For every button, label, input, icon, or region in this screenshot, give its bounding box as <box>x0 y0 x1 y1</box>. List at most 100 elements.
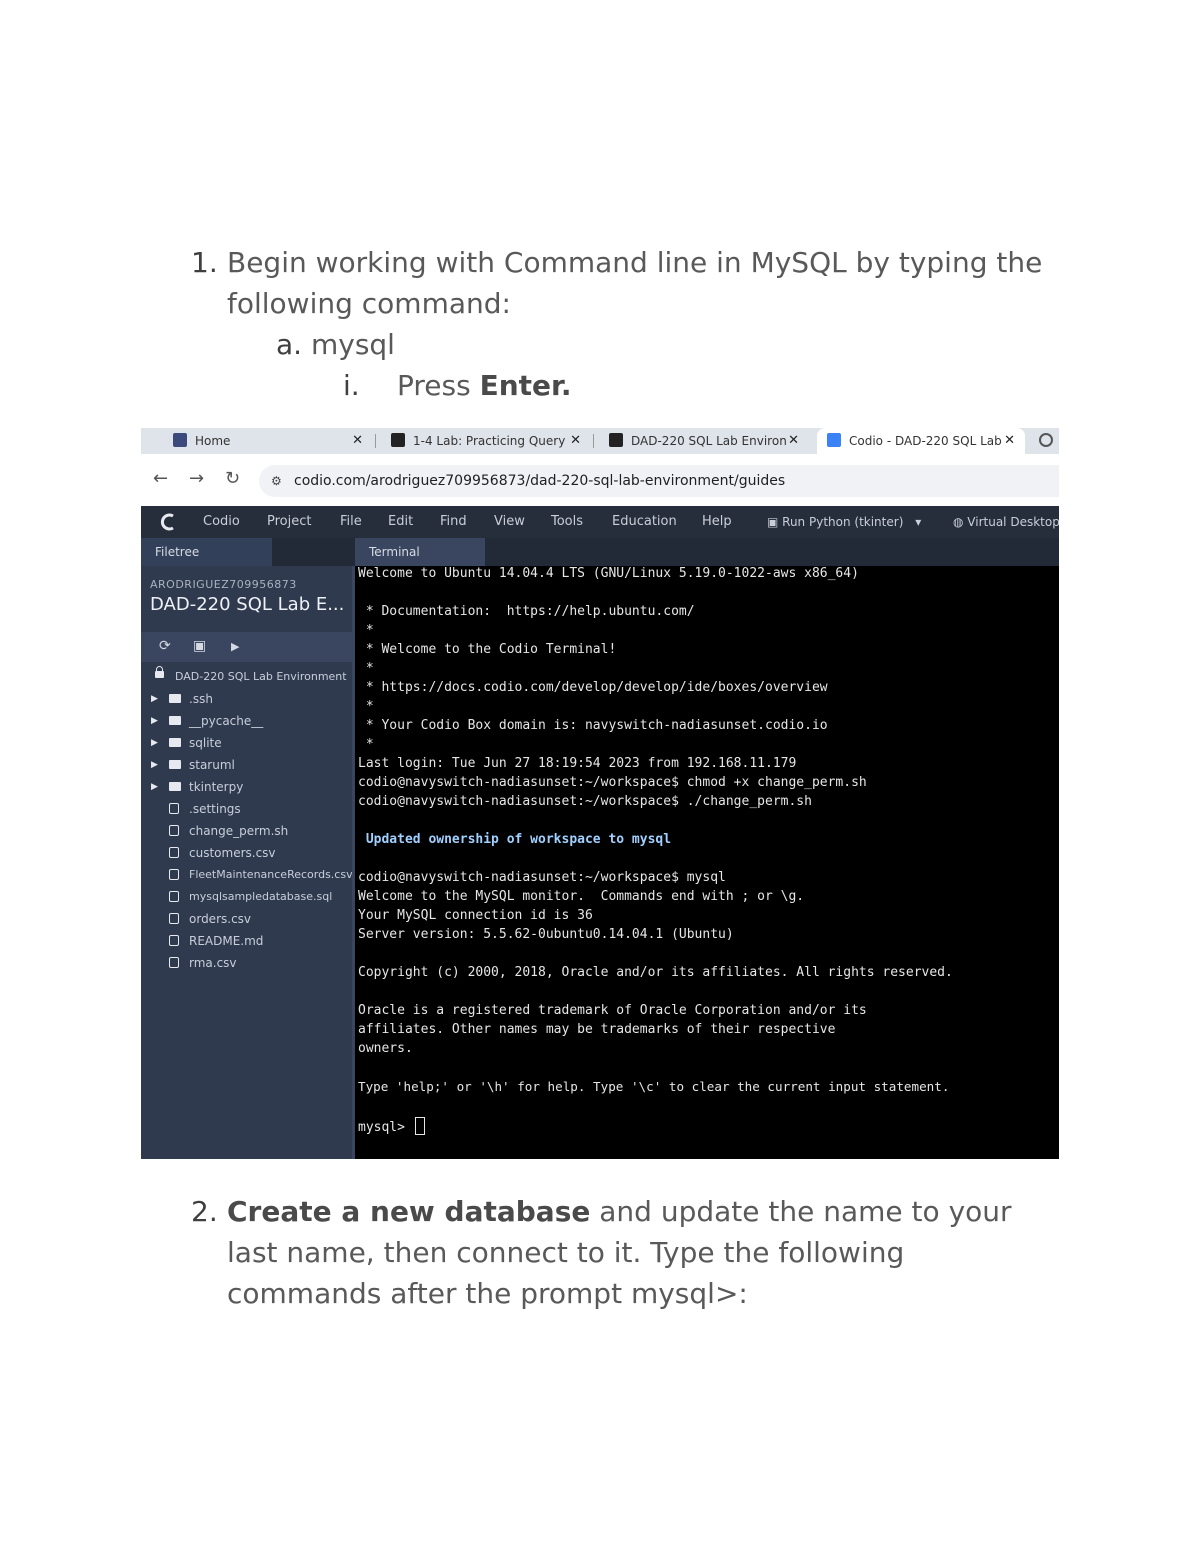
tab-lab-environment[interactable]: DAD-220 SQL Lab Environ ✕ <box>599 428 809 454</box>
menu-tools[interactable]: Tools <box>551 506 583 538</box>
terminal-line: owners. <box>358 1041 413 1056</box>
chevron-right-icon: ▶ <box>151 694 158 704</box>
globe-icon <box>1039 433 1053 447</box>
ide-menu-bar: Codio Project File Edit Find View Tools … <box>141 506 1059 538</box>
d2l-icon <box>609 433 623 447</box>
enter-key: Enter. <box>479 369 572 402</box>
file-icon <box>169 847 179 858</box>
terminal-line: Your MySQL connection id is 36 <box>358 908 593 923</box>
tab-label: DAD-220 SQL Lab Environ <box>631 434 787 448</box>
menu-education[interactable]: Education <box>612 506 677 538</box>
menu-project[interactable]: Project <box>267 506 311 538</box>
tab-overflow[interactable] <box>1033 428 1059 454</box>
run-icon: ▣ <box>767 515 783 529</box>
menu-codio[interactable]: Codio <box>203 506 240 538</box>
tree-folder-label: staruml <box>189 758 235 772</box>
file-tree-panel: ARODRIGUEZ709956873 DAD-220 SQL Lab E...… <box>141 566 352 1159</box>
tree-folder-label: sqlite <box>189 736 222 750</box>
step-2-bold: Create a new database <box>227 1195 591 1228</box>
terminal-line: affiliates. Other names may be trademark… <box>358 1022 836 1037</box>
tab-terminal[interactable]: Terminal <box>355 538 485 566</box>
mysql-prompt[interactable]: mysql> <box>358 1117 425 1135</box>
chevron-right-icon: ▶ <box>151 782 158 792</box>
file-icon <box>169 957 179 968</box>
step-2-line-3: commands after the prompt mysql>: <box>227 1277 748 1310</box>
menu-edit[interactable]: Edit <box>388 506 413 538</box>
tab-lab-query[interactable]: 1-4 Lab: Practicing Query ✕ <box>381 428 591 454</box>
lock-icon <box>155 666 164 678</box>
step-2-text: Create a new database and update the nam… <box>227 1195 1012 1229</box>
terminal-icon[interactable]: ▣ <box>193 638 206 654</box>
tab-separator <box>593 434 594 448</box>
terminal-line: * <box>358 623 374 638</box>
chevron-right-icon: ▶ <box>151 760 158 770</box>
tree-file-label: README.md <box>189 934 264 948</box>
step-1a-command: mysql <box>310 328 395 361</box>
step-2-number: 2. <box>191 1195 218 1228</box>
terminal-line: * <box>358 699 374 714</box>
tree-root[interactable]: DAD-220 SQL Lab Environment <box>141 666 352 688</box>
tree-folder-label: __pycache__ <box>189 714 264 728</box>
folder-icon <box>169 782 181 791</box>
tree-file-label: change_perm.sh <box>189 824 289 838</box>
step-1a-marker: a. <box>276 328 303 361</box>
step-1-text: Begin working with Command line in MySQL… <box>227 246 1043 279</box>
file-icon <box>169 803 179 814</box>
refresh-icon[interactable]: ⟳ <box>159 638 171 654</box>
step-2-rest: and update the name to your <box>590 1195 1012 1228</box>
folder-icon <box>169 760 181 769</box>
file-icon <box>169 935 179 946</box>
run-label: Run Python (tkinter) <box>782 515 904 529</box>
site-settings-icon[interactable]: ⚙ <box>271 465 282 497</box>
close-icon[interactable]: ✕ <box>788 428 799 454</box>
menu-view[interactable]: View <box>494 506 525 538</box>
run-button[interactable]: ▣ Run Python (tkinter) ▾ <box>767 506 921 538</box>
reload-icon[interactable]: ↻ <box>225 468 240 489</box>
forward-arrow-icon[interactable]: → <box>189 468 204 489</box>
virtual-desktop-button[interactable]: ◍ Virtual Desktop <box>953 506 1059 538</box>
terminal-panel[interactable]: Welcome to Ubuntu 14.04.4 LTS (GNU/Linux… <box>352 566 1059 1159</box>
back-arrow-icon[interactable]: ← <box>153 468 168 489</box>
close-icon[interactable]: ✕ <box>1004 428 1015 454</box>
tab-filetree[interactable]: Filetree <box>141 538 272 566</box>
menu-help[interactable]: Help <box>702 506 732 538</box>
tree-file-label: FleetMaintenanceRecords.csv <box>189 868 352 881</box>
tab-separator <box>375 434 376 448</box>
tab-label: Home <box>195 434 231 448</box>
terminal-line: * Welcome to the Codio Terminal! <box>358 642 617 657</box>
file-icon <box>169 913 179 924</box>
file-icon <box>169 891 179 902</box>
d2l-icon <box>391 433 405 447</box>
tree-file-label: mysqlsampledatabase.sql <box>189 890 333 903</box>
step-1ai-marker: i. <box>343 369 360 402</box>
tab-home[interactable]: Home ✕ <box>163 428 373 454</box>
menu-file[interactable]: File <box>340 506 362 538</box>
folder-icon <box>169 716 181 725</box>
close-icon[interactable]: ✕ <box>352 428 363 454</box>
embedded-screenshot: Home ✕ 1-4 Lab: Practicing Query ✕ DAD-2… <box>141 428 1059 1159</box>
step-1-line-2: following command: <box>227 287 511 320</box>
terminal-line: Last login: Tue Jun 27 18:19:54 2023 fro… <box>358 756 797 771</box>
terminal-line: codio@navyswitch-nadiasunset:~/workspace… <box>358 775 867 790</box>
browser-tab-bar: Home ✕ 1-4 Lab: Practicing Query ✕ DAD-2… <box>141 428 1059 454</box>
globe-icon: ◍ <box>953 515 968 529</box>
play-icon[interactable]: ▶ <box>231 640 239 653</box>
terminal-line: Type 'help;' or '\h' for help. Type '\c'… <box>358 1079 950 1094</box>
step-2-line-2: last name, then connect to it. Type the … <box>227 1236 905 1269</box>
terminal-line: Oracle is a registered trademark of Orac… <box>358 1003 867 1018</box>
tab-codio[interactable]: Codio - DAD-220 SQL Lab ✕ <box>817 428 1025 454</box>
terminal-cursor <box>414 1117 425 1135</box>
close-icon[interactable]: ✕ <box>570 428 581 454</box>
project-name[interactable]: DAD-220 SQL Lab E... <box>150 594 344 615</box>
file-icon <box>169 825 179 836</box>
address-bar: ← → ↻ ⚙ codio.com/arodriguez709956873/da… <box>141 454 1059 506</box>
tab-label: Codio - DAD-220 SQL Lab <box>849 434 1002 448</box>
tree-file-label: rma.csv <box>189 956 237 970</box>
url-field[interactable]: ⚙ codio.com/arodriguez709956873/dad-220-… <box>259 465 1059 497</box>
codio-logo-icon <box>160 513 174 531</box>
chevron-down-icon: ▾ <box>915 515 922 529</box>
step-1ai: i. Press Enter. <box>343 369 571 403</box>
folder-icon <box>169 694 181 703</box>
shield-icon <box>173 433 187 447</box>
menu-find[interactable]: Find <box>440 506 467 538</box>
